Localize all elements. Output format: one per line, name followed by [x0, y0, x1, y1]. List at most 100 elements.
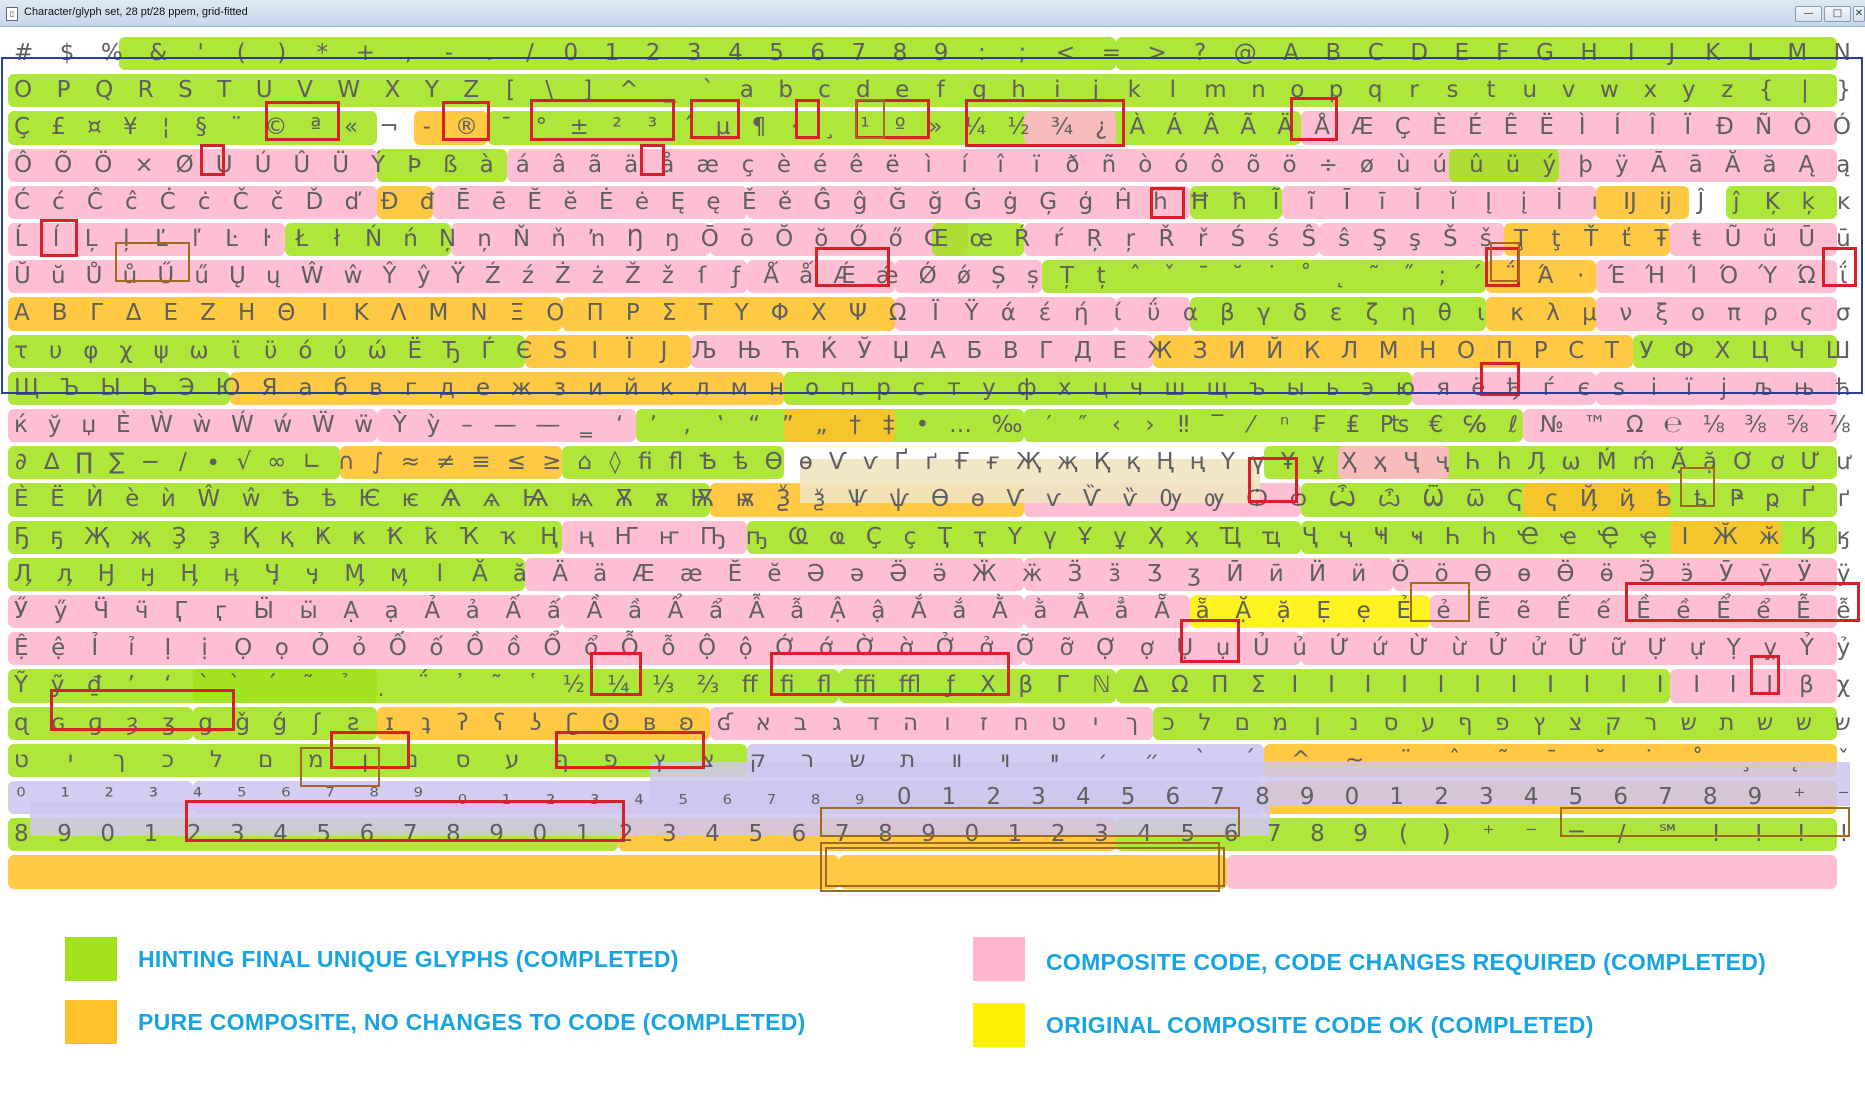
glyph-cell[interactable]: ה: [903, 705, 918, 742]
glyph-cell[interactable]: Ẁ: [150, 407, 173, 444]
glyph-cell[interactable]: җ: [1057, 444, 1078, 481]
glyph-cell[interactable]: ˜: [1496, 742, 1510, 779]
glyph-cell[interactable]: …: [949, 407, 972, 444]
glyph-cell[interactable]: ₅: [676, 779, 690, 816]
glyph-cell[interactable]: Ӝ: [972, 556, 997, 593]
glyph-cell[interactable]: Ẫ: [749, 593, 765, 630]
glyph-cell[interactable]: ẹ: [1357, 593, 1371, 630]
glyph-cell[interactable]: ҿ: [1640, 519, 1657, 556]
glyph-cell[interactable]: ש: [1680, 705, 1696, 742]
glyph-cell[interactable]: ʇ: [419, 705, 433, 742]
glyph-cell[interactable]: Ḿ: [1597, 444, 1617, 481]
glyph-cell[interactable]: Ҟ: [387, 519, 403, 556]
glyph-cell[interactable]: Ӹ: [254, 593, 274, 630]
glyph-cell[interactable]: Ҡ: [459, 519, 479, 556]
glyph-cell[interactable]: Ҷ: [1403, 444, 1419, 481]
glyph-cell[interactable]: ѩ: [570, 481, 593, 518]
glyph-cell[interactable]: Ѵ: [829, 444, 847, 481]
glyph-cell[interactable]: ג: [830, 705, 844, 742]
glyph-cell[interactable]: י: [64, 742, 78, 779]
glyph-cell[interactable]: Ι: [1690, 667, 1704, 704]
close-button[interactable]: ✕: [1853, 6, 1865, 22]
glyph-cell[interactable]: ẽ: [1517, 593, 1531, 630]
glyph-cell[interactable]: Ѿ: [1423, 481, 1444, 518]
glyph-cell[interactable]: Ѱ: [848, 481, 868, 518]
glyph-cell[interactable]: ״: [1144, 742, 1159, 779]
glyph-cell[interactable]: Ӫ: [1556, 556, 1574, 593]
glyph-cell[interactable]: ữ: [1610, 630, 1625, 667]
glyph-cell[interactable]: ס: [1384, 705, 1399, 742]
glyph-cell[interactable]: ѐ: [125, 481, 139, 518]
glyph-cell[interactable]: Ứ: [1329, 630, 1349, 667]
glyph-cell[interactable]: ӵ: [135, 593, 149, 630]
glyph-cell[interactable]: Ậ: [830, 593, 846, 630]
glyph-cell[interactable]: Ҫ: [866, 519, 882, 556]
glyph-cell[interactable]: Ố: [389, 630, 407, 667]
glyph-cell[interactable]: ӕ: [680, 556, 703, 593]
glyph-cell[interactable]: ≤: [507, 444, 526, 481]
glyph-cell[interactable]: ɋ: [14, 705, 29, 742]
glyph-cell[interactable]: ӊ: [223, 556, 239, 593]
glyph-cell[interactable]: Ҳ: [1148, 519, 1164, 556]
glyph-cell[interactable]: (: [1397, 816, 1411, 853]
glyph-cell[interactable]: Ọ: [234, 630, 252, 667]
glyph-cell[interactable]: ҷ: [1338, 519, 1353, 556]
glyph-cell[interactable]: ז: [977, 705, 991, 742]
glyph-cell[interactable]: ו: [941, 705, 955, 742]
glyph-cell[interactable]: Ҳ: [1341, 444, 1357, 481]
glyph-cell[interactable]: ˛: [1788, 742, 1802, 779]
glyph-cell[interactable]: ấ: [547, 593, 561, 630]
glyph-cell[interactable]: ): [1439, 816, 1453, 853]
glyph-cell[interactable]: ᾿: [453, 667, 467, 704]
glyph-cell[interactable]: 4: [1524, 779, 1539, 816]
glyph-cell[interactable]: ҧ: [746, 519, 767, 556]
glyph-cell[interactable]: Ŵ: [197, 481, 220, 518]
glyph-cell[interactable]: ẅ: [354, 407, 373, 444]
glyph-cell[interactable]: ị: [198, 630, 212, 667]
glyph-cell[interactable]: ҙ: [207, 519, 221, 556]
glyph-cell[interactable]: Ә: [807, 556, 825, 593]
glyph-cell[interactable]: Ồ: [466, 630, 484, 667]
glyph-cell[interactable]: Σ: [1251, 667, 1266, 704]
glyph-cell[interactable]: Ҵ: [1220, 519, 1241, 556]
glyph-cell[interactable]: ỡ: [1060, 630, 1074, 667]
glyph-cell[interactable]: Ӣ: [1226, 556, 1243, 593]
glyph-cell[interactable]: 0: [100, 816, 115, 853]
glyph-cell[interactable]: ℓ: [1506, 407, 1520, 444]
glyph-cell[interactable]: һ: [1482, 519, 1497, 556]
glyph-cell[interactable]: ῀: [489, 667, 503, 704]
glyph-cell[interactable]: Ѳ: [931, 481, 949, 518]
glyph-cell[interactable]: ₧: [1380, 407, 1409, 444]
glyph-cell[interactable]: ◊: [608, 444, 622, 481]
glyph-cell[interactable]: Ҙ: [172, 519, 187, 556]
glyph-cell[interactable]: ӗ: [767, 556, 781, 593]
glyph-cell[interactable]: ∟: [302, 444, 321, 481]
glyph-cell[interactable]: ¹: [58, 779, 72, 816]
glyph-cell[interactable]: ‚: [680, 407, 694, 444]
glyph-cell[interactable]: χ: [1836, 667, 1850, 704]
glyph-cell[interactable]: ӛ: [933, 556, 947, 593]
glyph-cell[interactable]: Ι: [1398, 667, 1412, 704]
glyph-cell[interactable]: Ӕ: [632, 556, 654, 593]
glyph-cell[interactable]: ѣ: [733, 444, 748, 481]
glyph-cell[interactable]: ל: [1198, 705, 1212, 742]
glyph-cell[interactable]: Ү: [1008, 519, 1022, 556]
glyph-cell[interactable]: ע: [505, 742, 519, 779]
glyph-cell[interactable]: 0: [1345, 779, 1360, 816]
glyph-cell[interactable]: ⅔: [697, 667, 719, 704]
glyph-cell[interactable]: Ӄ: [1800, 519, 1815, 556]
glyph-cell[interactable]: 6: [792, 816, 807, 853]
glyph-cell[interactable]: ₆: [720, 779, 734, 816]
glyph-cell[interactable]: ọ: [275, 630, 289, 667]
glyph-cell[interactable]: ̣: [380, 667, 394, 704]
glyph-cell[interactable]: ʕ: [492, 705, 506, 742]
glyph-cell[interactable]: ѿ: [1466, 481, 1485, 518]
glyph-cell[interactable]: Ệ: [14, 630, 29, 667]
glyph-cell[interactable]: Ӎ: [344, 556, 364, 593]
glyph-cell[interactable]: ắ: [952, 593, 966, 630]
glyph-cell[interactable]: ר: [801, 742, 815, 779]
glyph-cell[interactable]: ѧ: [482, 481, 500, 518]
glyph-cell[interactable]: ặ: [1277, 593, 1291, 630]
glyph-cell[interactable]: ҥ: [659, 519, 679, 556]
glyph-cell[interactable]: ס: [455, 742, 470, 779]
